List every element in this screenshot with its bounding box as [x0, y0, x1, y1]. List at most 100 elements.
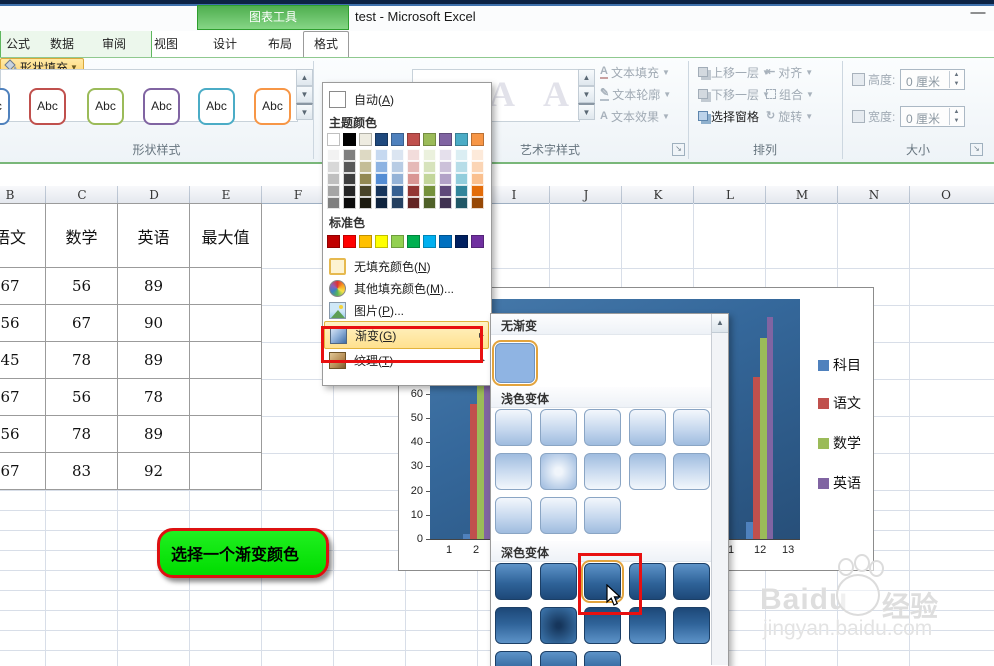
theme-tint-swatch[interactable] [471, 161, 484, 173]
tab-design[interactable]: 设计 [205, 31, 245, 57]
theme-tint-swatch[interactable] [455, 161, 468, 173]
chart-bar-数学[interactable] [477, 377, 484, 539]
table-cell[interactable]: 56 [0, 416, 46, 453]
column-header-N[interactable]: N [838, 187, 910, 203]
theme-tint-swatch[interactable] [343, 161, 356, 173]
table-cell[interactable]: 89 [118, 268, 190, 305]
gradient-swatch-dark[interactable] [540, 651, 577, 666]
theme-tint-swatch[interactable] [471, 185, 484, 197]
formula-bar-area[interactable] [0, 164, 994, 187]
table-cell[interactable] [190, 342, 262, 379]
theme-tint-swatch[interactable] [439, 185, 452, 197]
table-header-cell[interactable]: 数学 [46, 203, 118, 268]
theme-tint-swatch[interactable] [343, 185, 356, 197]
theme-tint-swatch[interactable] [391, 185, 404, 197]
theme-tint-swatch[interactable] [359, 197, 372, 209]
theme-tint-swatch[interactable] [423, 149, 436, 161]
group-button[interactable]: 组合 ▼ [766, 85, 814, 103]
gradient-swatch-light[interactable] [540, 453, 577, 490]
menu-item-automatic[interactable]: 自动(A) [324, 88, 489, 110]
shape-style-abc[interactable]: Abc [29, 88, 66, 125]
gradient-swatch-light[interactable] [495, 453, 532, 490]
theme-tint-swatch[interactable] [471, 173, 484, 185]
chart-bar-语文[interactable] [470, 403, 477, 539]
gradient-swatch-light[interactable] [584, 409, 621, 446]
theme-color-swatch[interactable] [407, 133, 420, 146]
legend-item[interactable]: 数学 [818, 433, 861, 453]
no-gradient-swatch[interactable] [495, 343, 535, 383]
column-header-K[interactable]: K [622, 187, 694, 203]
theme-tint-swatch[interactable] [471, 149, 484, 161]
table-cell[interactable] [190, 453, 262, 490]
gradient-swatch-dark[interactable] [495, 563, 532, 600]
theme-tint-swatch[interactable] [407, 185, 420, 197]
theme-tint-swatch[interactable] [391, 197, 404, 209]
gradient-swatch-light[interactable] [673, 453, 710, 490]
table-cell[interactable]: 90 [118, 305, 190, 342]
gradient-swatch-light[interactable] [540, 497, 577, 534]
gradient-swatch-dark[interactable] [673, 563, 710, 600]
theme-tint-swatch[interactable] [375, 185, 388, 197]
size-dialog-launcher-icon[interactable]: ↘ [970, 143, 983, 156]
theme-color-swatch[interactable] [455, 133, 468, 146]
theme-color-swatch[interactable] [471, 133, 484, 146]
standard-color-swatch[interactable] [455, 235, 468, 248]
gradient-swatch-dark[interactable] [540, 607, 577, 644]
table-cell[interactable]: 78 [46, 416, 118, 453]
theme-tint-swatch[interactable] [423, 173, 436, 185]
shape-style-abc[interactable]: Abc [0, 88, 10, 125]
theme-tint-swatch[interactable] [423, 185, 436, 197]
standard-color-swatch[interactable] [375, 235, 388, 248]
theme-tint-swatch[interactable] [359, 185, 372, 197]
standard-color-swatch[interactable] [423, 235, 436, 248]
menu-item-nofill[interactable]: 无填充颜色(N) [324, 255, 489, 277]
theme-tint-swatch[interactable] [439, 197, 452, 209]
theme-tint-swatch[interactable] [359, 161, 372, 173]
chart-bar-英语[interactable] [767, 316, 773, 539]
table-cell[interactable]: 56 [0, 305, 46, 342]
theme-color-swatch[interactable] [327, 133, 340, 146]
table-header-cell[interactable]: 英语 [118, 203, 190, 268]
table-header-cell[interactable]: 语文 [0, 203, 46, 268]
standard-color-swatch[interactable] [407, 235, 420, 248]
theme-tint-swatch[interactable] [359, 173, 372, 185]
shape-style-gallery[interactable]: Abc Abc Abc Abc Abc Abc [0, 69, 298, 125]
wordart-style-sample[interactable]: A [533, 73, 579, 117]
gradient-swatch-dark[interactable] [673, 607, 710, 644]
table-cell[interactable]: 78 [118, 379, 190, 416]
theme-tint-swatch[interactable] [327, 197, 340, 209]
legend-item[interactable]: 科目 [818, 355, 861, 375]
table-cell[interactable] [190, 268, 262, 305]
table-cell[interactable]: 67 [0, 453, 46, 490]
theme-color-swatch[interactable] [375, 133, 388, 146]
column-header-J[interactable]: J [550, 187, 622, 203]
minimize-button[interactable]: — [966, 4, 990, 24]
theme-tint-swatch[interactable] [327, 149, 340, 161]
theme-tint-swatch[interactable] [407, 161, 420, 173]
text-outline-button[interactable]: ✎ 文本轮廓 ▼ [600, 85, 671, 103]
theme-color-swatch[interactable] [343, 133, 356, 146]
gradient-swatch-dark[interactable] [540, 563, 577, 600]
send-backward-button[interactable]: 下移一层 ▼ [698, 85, 770, 103]
table-header-cell[interactable]: 最大值 [190, 203, 262, 268]
theme-tint-swatch[interactable] [407, 197, 420, 209]
scroll-down-icon[interactable]: ▼ [578, 86, 595, 103]
theme-tint-swatch[interactable] [359, 149, 372, 161]
theme-tint-swatch[interactable] [455, 197, 468, 209]
gradient-swatch-dark[interactable] [495, 651, 532, 666]
gradient-swatch-light[interactable] [584, 453, 621, 490]
column-header-O[interactable]: O [910, 187, 982, 203]
column-header-row[interactable]: BCDEFGHIJKLMNO [0, 186, 994, 204]
standard-color-swatch[interactable] [391, 235, 404, 248]
gradient-swatch-dark[interactable] [584, 651, 621, 666]
tab-format-active[interactable]: 格式 [303, 31, 349, 58]
table-cell[interactable] [190, 379, 262, 416]
theme-tint-swatch[interactable] [343, 149, 356, 161]
theme-tint-swatch[interactable] [391, 173, 404, 185]
theme-tint-swatch[interactable] [343, 173, 356, 185]
tab-formulas[interactable]: 公式 [0, 31, 36, 57]
theme-color-swatch[interactable] [423, 133, 436, 146]
theme-tint-swatch[interactable] [439, 173, 452, 185]
standard-color-swatch[interactable] [439, 235, 452, 248]
theme-tint-swatch[interactable] [375, 197, 388, 209]
